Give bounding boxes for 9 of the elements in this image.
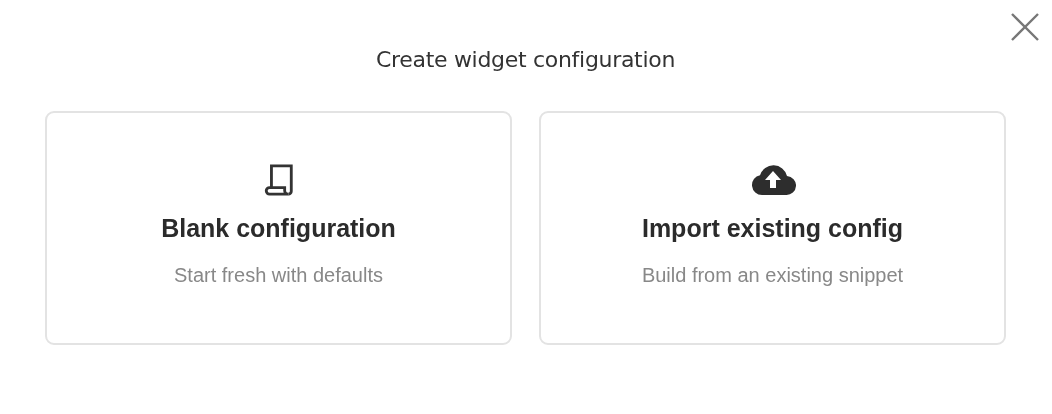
close-button[interactable] [1010, 12, 1040, 42]
option-card[interactable]: Blank configuration Start fresh with defaults [45, 111, 512, 345]
option-title: Blank configuration [161, 214, 396, 243]
option-title: Import existing config [641, 214, 904, 243]
option-card[interactable]: Import existing config Build from an existing snippet [539, 111, 1006, 345]
cloud-upload-icon [749, 163, 796, 197]
dialog-title: Create widget configuration [374, 47, 677, 73]
option-description: Start fresh with defaults [174, 264, 383, 287]
option-description: Build from an existing snippet [641, 264, 904, 287]
